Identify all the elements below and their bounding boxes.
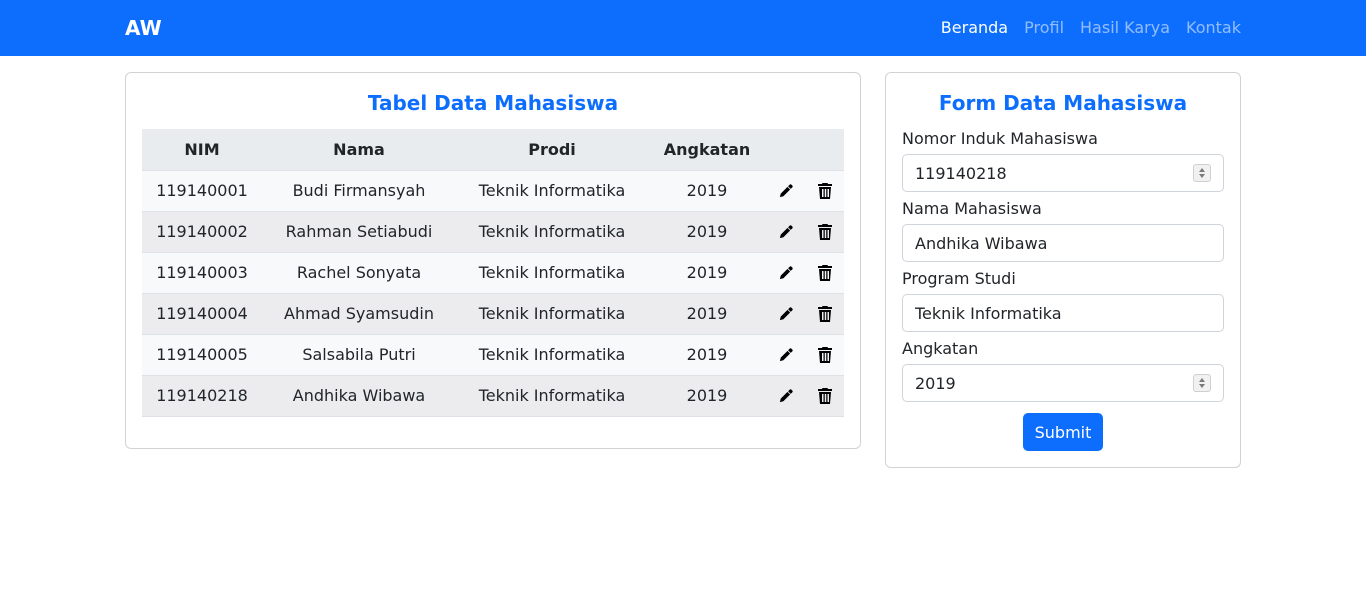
cell-nim: 119140002 (142, 211, 262, 253)
nav-link-hasil-karya[interactable]: Hasil Karya (1080, 16, 1170, 40)
nama-label: Nama Mahasiswa (902, 199, 1042, 218)
nav-link-profil[interactable]: Profil (1024, 16, 1064, 40)
trash-icon[interactable] (818, 223, 832, 240)
stepper-down-icon[interactable] (1199, 384, 1205, 388)
trash-icon[interactable] (818, 387, 832, 404)
cell-angkatan: 2019 (648, 252, 766, 294)
column-header-nim: NIM (142, 129, 262, 171)
cell-nim: 119140005 (142, 334, 262, 376)
stepper-up-icon[interactable] (1199, 378, 1205, 382)
cell-angkatan: 2019 (648, 334, 766, 376)
submit-button[interactable]: Submit (1023, 413, 1103, 451)
cell-prodi: Teknik Informatika (456, 334, 648, 376)
cell-prodi: Teknik Informatika (456, 375, 648, 417)
angkatan-input[interactable] (915, 365, 1185, 401)
table-row: 119140001 Budi Firmansyah Teknik Informati… (142, 170, 844, 212)
cell-angkatan: 2019 (648, 211, 766, 253)
form-card: Form Data Mahasiswa Nomor Induk Mahasisw… (885, 72, 1241, 468)
stepper-up-icon[interactable] (1199, 168, 1205, 172)
cell-actions (766, 211, 844, 253)
cell-nama: Andhika Wibawa (262, 375, 456, 417)
nim-field[interactable] (902, 154, 1224, 192)
column-header-actions (766, 129, 844, 171)
table-row: 119140002 Rahman Setiabudi Teknik Informat… (142, 211, 844, 253)
pencil-icon[interactable] (779, 265, 793, 281)
cell-actions (766, 293, 844, 335)
nim-label: Nomor Induk Mahasiswa (902, 129, 1098, 148)
pencil-icon[interactable] (779, 347, 793, 363)
nim-input[interactable] (915, 155, 1185, 191)
column-header-nama: Nama (262, 129, 456, 171)
table-row: 119140005 Salsabila Putri Teknik Informati… (142, 334, 844, 376)
table-header-row: NIM Nama Prodi Angkatan (142, 129, 844, 171)
trash-icon[interactable] (818, 346, 832, 363)
prodi-input[interactable] (915, 295, 1185, 331)
table-row: 119140003 Rachel Sonyata Teknik Informatik… (142, 252, 844, 294)
cell-prodi: Teknik Informatika (456, 211, 648, 253)
nama-field[interactable] (902, 224, 1224, 262)
prodi-label: Program Studi (902, 269, 1016, 288)
column-header-angkatan: Angkatan (648, 129, 766, 171)
pencil-icon[interactable] (779, 183, 793, 199)
form-card-title: Form Data Mahasiswa (938, 91, 1188, 115)
nama-input[interactable] (915, 225, 1185, 261)
cell-nim: 119140001 (142, 170, 262, 212)
row-actions (766, 346, 844, 363)
prodi-field[interactable] (902, 294, 1224, 332)
cell-nama: Ahmad Syamsudin (262, 293, 456, 335)
table-body: 119140001 Budi Firmansyah Teknik Informati… (142, 170, 844, 417)
student-form: Nomor Induk Mahasiswa Nama Mahasiswa Pro… (902, 129, 1224, 451)
cell-nim: 119140004 (142, 293, 262, 335)
table-card: Tabel Data Mahasiswa NIM Nama Prodi Angk… (125, 72, 861, 449)
navbar: AW Beranda Profil Hasil Karya Kontak (0, 0, 1366, 56)
cell-nama: Rachel Sonyata (262, 252, 456, 294)
angkatan-label: Angkatan (902, 339, 979, 358)
row-actions (766, 387, 844, 404)
table-card-title: Tabel Data Mahasiswa (367, 91, 619, 115)
cell-actions (766, 375, 844, 417)
cell-prodi: Teknik Informatika (456, 252, 648, 294)
student-table: NIM Nama Prodi Angkatan 119140001 Budi Fi… (142, 129, 844, 417)
row-actions (766, 264, 844, 281)
angkatan-field[interactable] (902, 364, 1224, 402)
cell-nama: Salsabila Putri (262, 334, 456, 376)
pencil-icon[interactable] (779, 388, 793, 404)
cell-nim: 119140003 (142, 252, 262, 294)
angkatan-stepper[interactable] (1193, 374, 1211, 392)
trash-icon[interactable] (818, 264, 832, 281)
nim-stepper[interactable] (1193, 164, 1211, 182)
nav-links: Beranda Profil Hasil Karya Kontak (941, 16, 1241, 40)
row-actions (766, 305, 844, 322)
cell-nim: 119140218 (142, 375, 262, 417)
cell-prodi: Teknik Informatika (456, 170, 648, 212)
row-actions (766, 182, 844, 199)
table-row: 119140004 Ahmad Syamsudin Teknik Informati… (142, 293, 844, 335)
column-header-prodi: Prodi (456, 129, 648, 171)
trash-icon[interactable] (818, 305, 832, 322)
trash-icon[interactable] (818, 182, 832, 199)
cell-actions (766, 170, 844, 212)
cell-actions (766, 334, 844, 376)
nav-link-kontak[interactable]: Kontak (1186, 16, 1241, 40)
table-row: 119140218 Andhika Wibawa Teknik Informatik… (142, 375, 844, 417)
cell-nama: Rahman Setiabudi (262, 211, 456, 253)
pencil-icon[interactable] (779, 306, 793, 322)
stepper-down-icon[interactable] (1199, 174, 1205, 178)
cell-angkatan: 2019 (648, 293, 766, 335)
cell-nama: Budi Firmansyah (262, 170, 456, 212)
brand-logo[interactable]: AW (125, 15, 162, 41)
pencil-icon[interactable] (779, 224, 793, 240)
nav-link-beranda[interactable]: Beranda (941, 16, 1008, 40)
row-actions (766, 223, 844, 240)
cell-angkatan: 2019 (648, 375, 766, 417)
cell-prodi: Teknik Informatika (456, 293, 648, 335)
cell-actions (766, 252, 844, 294)
cell-angkatan: 2019 (648, 170, 766, 212)
